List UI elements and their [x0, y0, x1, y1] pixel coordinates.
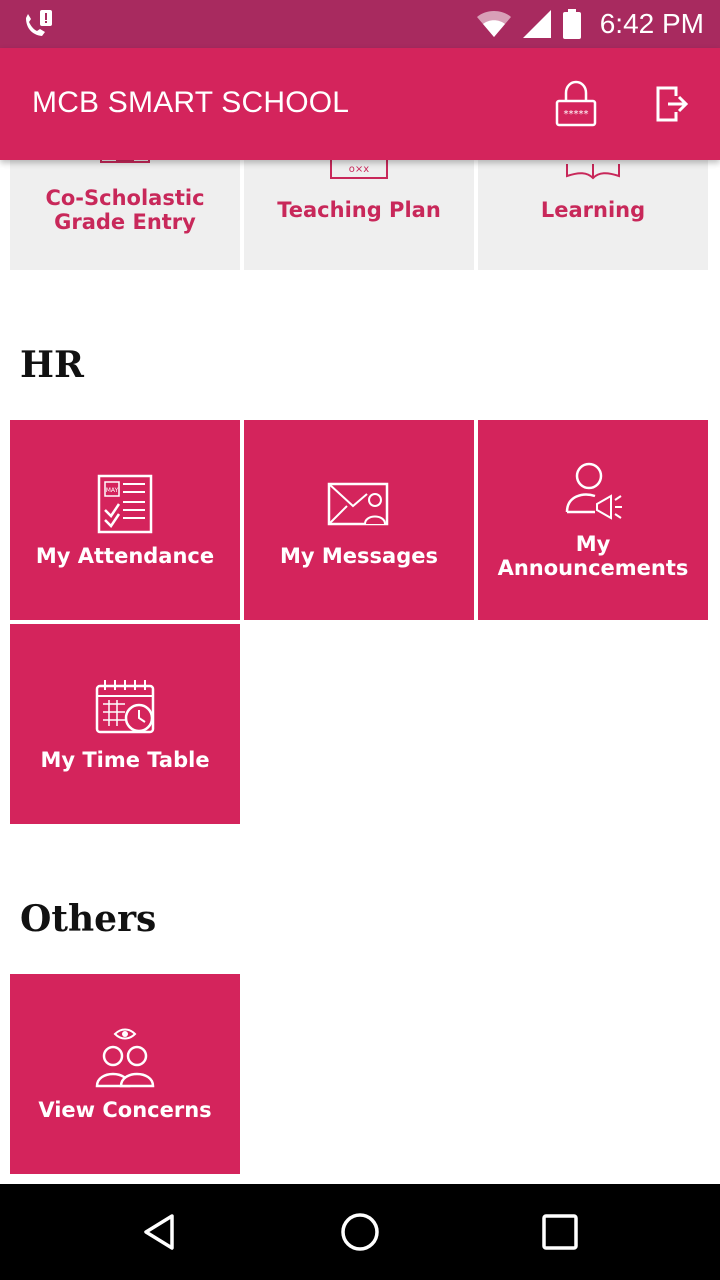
status-bar: 6:42 PM [0, 0, 720, 48]
attendance-calendar-icon: MAY [97, 474, 153, 534]
tile-teaching-plan[interactable]: o×x Teaching Plan [244, 160, 474, 270]
section-title-others: Others [20, 898, 157, 940]
co-scholastic-icon [100, 160, 150, 163]
tile-my-time-table[interactable]: My Time Table [10, 624, 240, 824]
app-title: MCB SMART SCHOOL [32, 86, 350, 119]
status-time: 6:42 PM [599, 8, 704, 39]
battery-icon [562, 9, 581, 39]
tile-label: View Concerns [38, 1098, 212, 1122]
app-bar: MCB SMART SCHOOL ***** [0, 48, 720, 160]
announcements-icon [565, 462, 622, 520]
tile-my-announcements[interactable]: My Announcements [478, 420, 708, 620]
svg-text:MAY: MAY [106, 487, 119, 494]
tile-my-messages[interactable]: My Messages [244, 420, 474, 620]
tile-view-concerns[interactable]: View Concerns [10, 974, 240, 1174]
tile-label: My Messages [280, 544, 438, 568]
learning-icon [566, 164, 620, 180]
home-icon [341, 1213, 379, 1251]
home-button[interactable] [336, 1208, 384, 1256]
call-alert-icon [26, 10, 52, 36]
back-icon [144, 1214, 174, 1250]
tile-label: Teaching Plan [277, 198, 441, 222]
tile-label: My Attendance [35, 544, 215, 568]
logout-icon [656, 86, 689, 122]
recent-apps-icon [542, 1214, 578, 1250]
timetable-icon [95, 680, 155, 734]
concerns-icon [95, 1028, 155, 1088]
dashboard-content[interactable]: Co-Scholastic Grade Entry o×x Teaching P… [0, 160, 720, 1184]
recent-apps-button[interactable] [536, 1208, 584, 1256]
wifi-icon [476, 11, 511, 37]
logout-button[interactable] [646, 78, 698, 130]
lock-icon: ***** [555, 80, 597, 127]
section-title-hr: HR [20, 344, 84, 386]
signal-icon [522, 10, 551, 38]
svg-text:o×x: o×x [349, 164, 369, 175]
tile-label: My Announcements [497, 532, 689, 580]
teaching-plan-icon: o×x [330, 160, 388, 179]
tile-label: Learning [540, 198, 646, 222]
tile-label: My Time Table [40, 748, 210, 772]
lock-button[interactable]: ***** [550, 78, 602, 130]
messages-icon [327, 482, 389, 526]
system-nav-bar [0, 1184, 720, 1280]
tile-learning[interactable]: Learning [478, 160, 708, 270]
tile-my-attendance[interactable]: MAY My Attendance [10, 420, 240, 620]
svg-text:*****: ***** [564, 109, 589, 120]
tile-label: Co-Scholastic Grade Entry [45, 186, 205, 234]
tile-co-scholastic-grade-entry[interactable]: Co-Scholastic Grade Entry [10, 160, 240, 270]
back-button[interactable] [136, 1208, 184, 1256]
